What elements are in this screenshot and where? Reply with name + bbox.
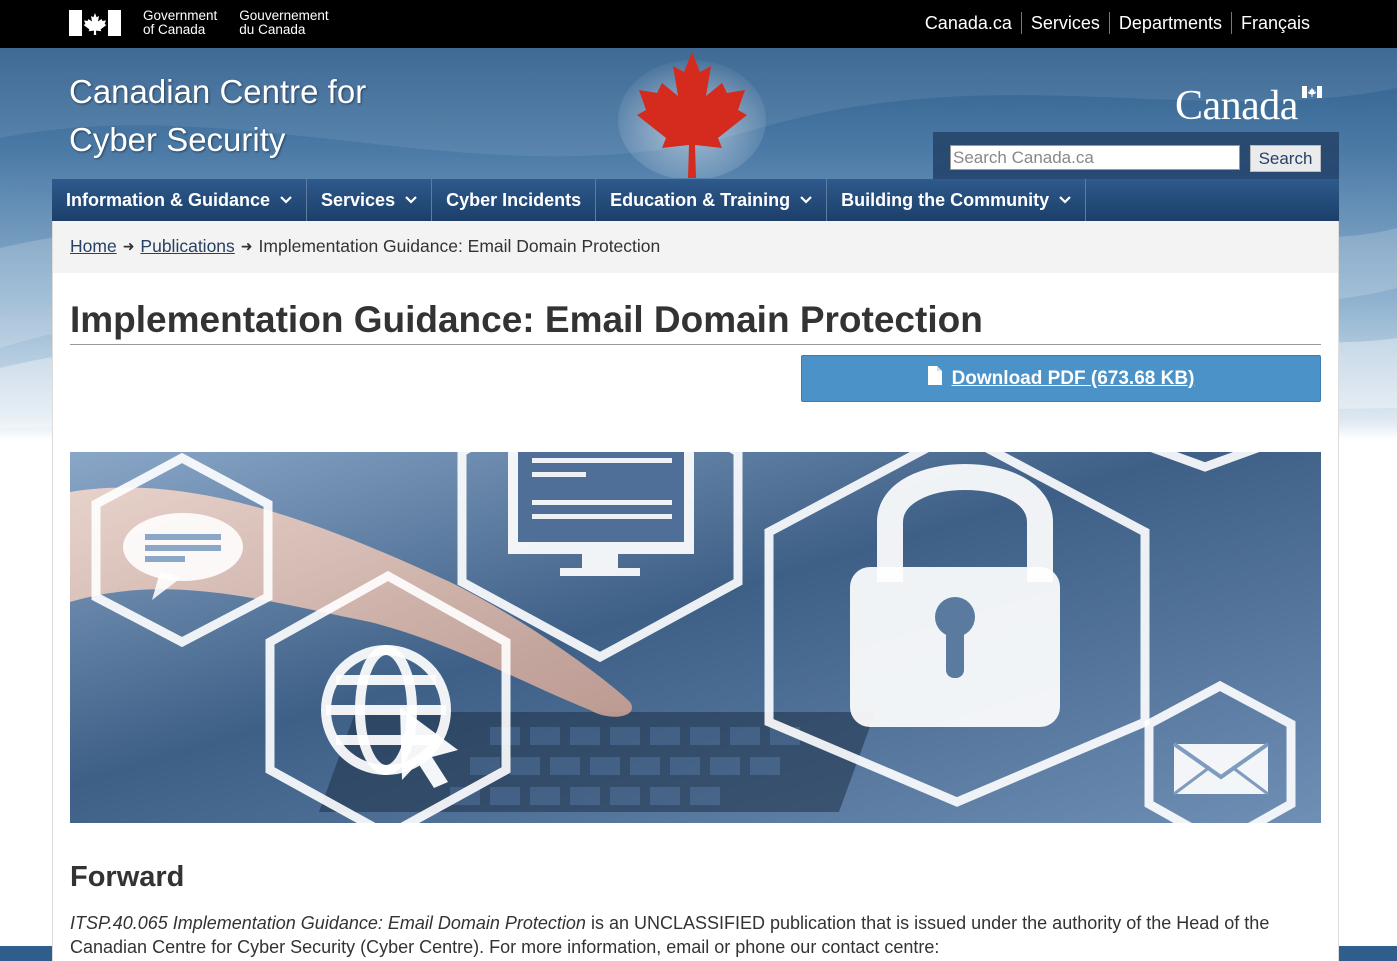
top-link-canada[interactable]: Canada.ca — [916, 12, 1021, 34]
breadcrumb-current: Implementation Guidance: Email Domain Pr… — [258, 236, 661, 256]
gov-fr-line2: du Canada — [239, 22, 306, 37]
forward-paragraph: ITSP.40.065 Implementation Guidance: Ema… — [70, 911, 1270, 959]
download-pdf-link[interactable]: Download PDF (673.68 KB) — [952, 368, 1195, 390]
search-input[interactable] — [950, 145, 1240, 170]
gov-en-text: Government of Canada — [143, 9, 217, 37]
site-title-line1: Canadian Centre for — [69, 73, 367, 110]
top-links: Canada.ca Services Departments Français — [916, 12, 1319, 34]
maple-leaf-icon — [618, 52, 766, 178]
menu-label: Services — [321, 190, 396, 210]
search-button[interactable]: Search — [1250, 145, 1321, 172]
gov-fr-line1: Gouvernement — [239, 8, 329, 23]
chevron-down-icon — [1059, 196, 1071, 204]
site-title-line2: Cyber Security — [69, 121, 286, 158]
menu-building-community[interactable]: Building the Community — [827, 179, 1087, 221]
top-link-departments[interactable]: Departments — [1108, 12, 1231, 34]
top-link-services[interactable]: Services — [1020, 12, 1109, 34]
gov-en-line1: Government — [143, 8, 218, 23]
breadcrumb-publications[interactable]: Publications — [140, 236, 234, 257]
search-form: Search — [933, 132, 1339, 179]
menu-label: Cyber Incidents — [446, 190, 582, 210]
canada-flag-icon — [69, 10, 121, 36]
chevron-down-icon — [800, 196, 812, 204]
menu-label: Education & Training — [610, 190, 791, 210]
main-menu: Information & Guidance Services Cyber In… — [52, 179, 1339, 221]
gov-en-line2: of Canada — [143, 22, 206, 37]
fip-bar: Government of Canada Gouvernement du Can… — [0, 0, 1397, 48]
menu-label: Building the Community — [841, 190, 1050, 210]
page-title: Implementation Guidance: Email Domain Pr… — [70, 298, 1321, 345]
hero-image — [70, 452, 1321, 823]
menu-label: Information & Guidance — [66, 190, 271, 210]
document-title-italic: ITSP.40.065 Implementation Guidance: Ema… — [70, 913, 586, 933]
file-icon — [927, 366, 942, 385]
site-title[interactable]: Canadian Centre for Cyber Security — [69, 68, 366, 164]
wordmark-flag-icon — [1302, 86, 1322, 98]
canada-wordmark: Canada — [1175, 83, 1298, 129]
envelope-icon — [1172, 742, 1270, 796]
government-signature[interactable]: Government of Canada Gouvernement du Can… — [69, 9, 329, 37]
menu-services[interactable]: Services — [307, 179, 433, 221]
section-heading-forward: Forward — [70, 861, 185, 893]
breadcrumb: Home ➜ Publications ➜ Implementation Gui… — [53, 221, 1338, 273]
arrow-right-icon: ➜ — [240, 238, 253, 254]
menu-cyber-incidents[interactable]: Cyber Incidents — [432, 179, 597, 221]
menu-information-guidance[interactable]: Information & Guidance — [52, 179, 308, 221]
arrow-right-icon: ➜ — [122, 238, 135, 254]
chevron-down-icon — [405, 196, 417, 204]
breadcrumb-home[interactable]: Home — [70, 236, 117, 257]
main-content: Home ➜ Publications ➜ Implementation Gui… — [52, 221, 1339, 961]
language-toggle[interactable]: Français — [1230, 12, 1319, 34]
menu-education-training[interactable]: Education & Training — [596, 179, 828, 221]
chevron-down-icon — [280, 196, 292, 204]
gov-fr-text: Gouvernement du Canada — [239, 9, 328, 37]
download-pdf-button[interactable]: Download PDF (673.68 KB) — [801, 355, 1321, 402]
